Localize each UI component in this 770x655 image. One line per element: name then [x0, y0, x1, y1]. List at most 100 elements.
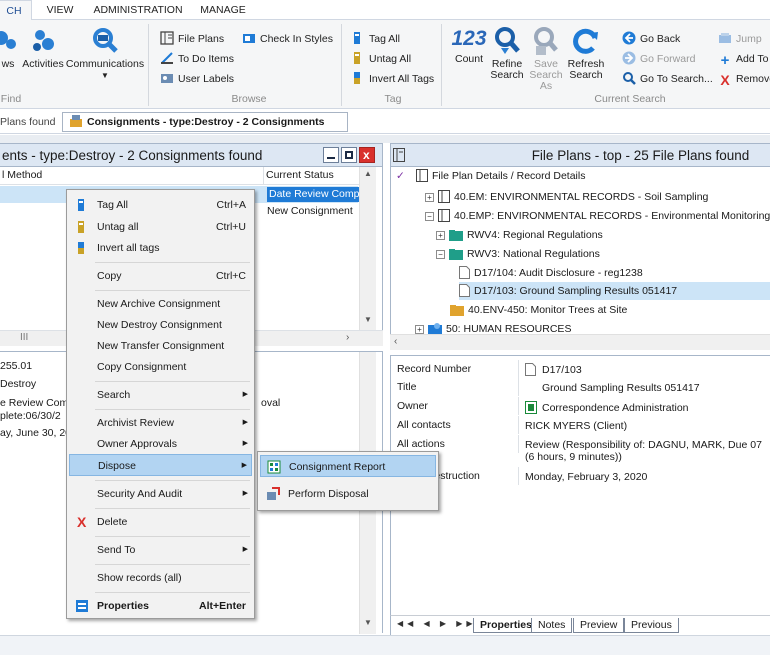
expand-icon[interactable]: +: [425, 193, 434, 202]
menu-item-show-records[interactable]: Show records (all): [69, 567, 252, 589]
save-search-as-button[interactable]: Save Search As: [526, 26, 566, 92]
tab-view[interactable]: VIEW: [36, 0, 84, 20]
status-cell: New Consignment: [267, 205, 353, 217]
vertical-scrollbar[interactable]: ▲ ▼: [359, 167, 376, 330]
check-in-styles-button[interactable]: Check In Styles: [242, 30, 333, 48]
refresh-search-button[interactable]: Refresh Search: [566, 26, 606, 81]
menu-item-delete[interactable]: X Delete: [69, 511, 252, 533]
communications-icon: [93, 28, 118, 53]
file-plans-icon: [160, 31, 174, 45]
user-labels-button[interactable]: User Labels: [160, 70, 234, 88]
menu-item-copy[interactable]: Copy Ctrl+C: [69, 265, 252, 287]
menu-item-new-archive-consignment[interactable]: New Archive Consignment: [69, 293, 252, 315]
dispose-submenu: Consignment Report Perform Disposal: [257, 451, 439, 511]
views-icon: [0, 31, 16, 49]
views-button[interactable]: ws: [0, 26, 22, 70]
maximize-button[interactable]: [341, 147, 357, 163]
submenu-arrow-icon: ▶: [242, 419, 248, 426]
menu-item-owner-approvals[interactable]: Owner Approvals ▶: [69, 433, 252, 455]
menu-item-tag-all[interactable]: Tag All Ctrl+A: [69, 194, 252, 216]
menu-item-new-destroy-consignment[interactable]: New Destroy Consignment: [69, 314, 252, 336]
menu-item-properties[interactable]: Properties Alt+Enter: [69, 595, 252, 617]
tree-header: ✓ File Plan Details / Record Details: [396, 167, 585, 185]
menu-item-archivist-review[interactable]: Archivist Review ▶: [69, 412, 252, 434]
communications-button[interactable]: Communications ▼: [64, 26, 146, 81]
horizontal-scrollbar[interactable]: ‹: [390, 334, 770, 350]
add-to-button[interactable]: + Add To: [718, 50, 769, 68]
untag-icon: [354, 52, 360, 64]
current-search-group-label: Current Search: [594, 93, 666, 105]
breadcrumb-file-plans[interactable]: Plans found: [0, 116, 55, 128]
go-forward-button[interactable]: Go Forward: [622, 50, 695, 68]
scroll-down-icon[interactable]: ▼: [364, 315, 372, 324]
jump-button[interactable]: Jump: [718, 30, 762, 48]
tab-search[interactable]: CH: [0, 0, 32, 20]
collapse-icon[interactable]: −: [436, 250, 445, 259]
remove-button[interactable]: XRemove: [718, 70, 770, 88]
plus-icon: +: [720, 52, 730, 69]
menu-item-send-to[interactable]: Send To ▶: [69, 539, 252, 561]
ribbon: ws Activities Communications ▼ Find File …: [0, 20, 770, 109]
go-back-button[interactable]: Go Back: [622, 30, 680, 48]
breadcrumb-consignments-tab[interactable]: Consignments - type:Destroy - 2 Consignm…: [62, 112, 348, 146]
menu-item-security-audit[interactable]: Security And Audit ▶: [69, 483, 252, 505]
checkmark-icon[interactable]: ✓: [396, 167, 416, 185]
tree-item-monitor-trees[interactable]: 40.ENV-450: Monitor Trees at Site: [450, 301, 627, 319]
scroll-down-icon[interactable]: ▼: [364, 618, 372, 627]
menu-item-perform-disposal[interactable]: Perform Disposal: [260, 483, 436, 505]
tab-administration[interactable]: ADMINISTRATION: [86, 0, 190, 20]
tree-item-environmental-monitoring[interactable]: −40.EMP: ENVIRONMENTAL RECORDS - Environ…: [425, 207, 770, 225]
menu-item-copy-consignment[interactable]: Copy Consignment: [69, 356, 252, 378]
tag-all-button[interactable]: Tag All: [351, 30, 400, 48]
untag-all-button[interactable]: Untag All: [351, 50, 411, 68]
tree-item-regional-regulations[interactable]: + RWV4: Regional Regulations: [436, 226, 603, 244]
close-button[interactable]: x: [359, 147, 375, 163]
scroll-thumb[interactable]: III: [20, 332, 28, 343]
tree-item-national-regulations[interactable]: − RWV3: National Regulations: [436, 245, 600, 263]
folder-icon: [449, 249, 463, 260]
document-icon: [459, 266, 470, 279]
detail-approval: oval: [261, 397, 281, 409]
menu-item-search[interactable]: Search ▶: [69, 384, 252, 406]
group-separator: [441, 24, 442, 106]
refine-search-button[interactable]: Refine Search: [488, 26, 526, 81]
col-status-header[interactable]: Current Status: [263, 167, 359, 185]
count-button[interactable]: 123 Count: [450, 24, 488, 65]
tab-preview[interactable]: Preview: [573, 618, 625, 633]
tree-item-soil-sampling[interactable]: +40.EM: ENVIRONMENTAL RECORDS - Soil Sam…: [425, 188, 708, 206]
scroll-left-icon[interactable]: ‹: [394, 336, 397, 347]
menu-item-invert-tags[interactable]: Invert all tags: [69, 237, 252, 259]
minimize-button[interactable]: [323, 147, 339, 163]
tab-notes[interactable]: Notes: [531, 618, 573, 633]
activities-button[interactable]: Activities: [22, 26, 64, 70]
scroll-right-icon[interactable]: ›: [346, 332, 349, 343]
scroll-up-icon[interactable]: ▲: [364, 169, 372, 178]
file-plans-button[interactable]: File Plans: [160, 30, 224, 48]
close-icon: x: [363, 148, 370, 162]
submenu-arrow-icon: ▶: [242, 546, 248, 553]
report-icon: [267, 460, 281, 474]
tree-item-audit-disclosure[interactable]: D17/104: Audit Disclosure - reg1238: [459, 264, 643, 282]
back-arrow-icon: [622, 31, 636, 45]
menu-item-consignment-report[interactable]: Consignment Report: [260, 455, 436, 477]
file-plan-icon: [416, 169, 428, 182]
col-method-header[interactable]: l Method: [0, 167, 263, 185]
go-to-search-button[interactable]: Go To Search...: [622, 70, 713, 88]
tab-previous[interactable]: Previous: [624, 618, 679, 633]
to-do-items-button[interactable]: To Do Items: [160, 50, 234, 68]
collapse-icon[interactable]: −: [425, 212, 434, 221]
record-navigation-icons[interactable]: ◀◀ ◀ ▶ ▶▶: [397, 619, 477, 628]
tab-manage[interactable]: MANAGE: [192, 0, 254, 20]
expand-icon[interactable]: +: [436, 231, 445, 240]
status-bar: [0, 635, 770, 655]
menu-item-untag-all[interactable]: Untag all Ctrl+U: [69, 216, 252, 238]
menu-item-new-transfer-consignment[interactable]: New Transfer Consignment: [69, 335, 252, 357]
menu-separator: [95, 508, 250, 509]
detail-number: 255.01: [0, 360, 33, 372]
tab-properties[interactable]: Properties: [473, 618, 539, 633]
invert-all-tags-button[interactable]: Invert All Tags: [351, 70, 434, 88]
tree-item-ground-sampling[interactable]: D17/103: Ground Sampling Results 051417: [459, 282, 677, 300]
menu-item-dispose[interactable]: Dispose ▶: [69, 454, 252, 476]
org-icon: [525, 401, 537, 414]
expand-icon[interactable]: +: [415, 325, 424, 334]
